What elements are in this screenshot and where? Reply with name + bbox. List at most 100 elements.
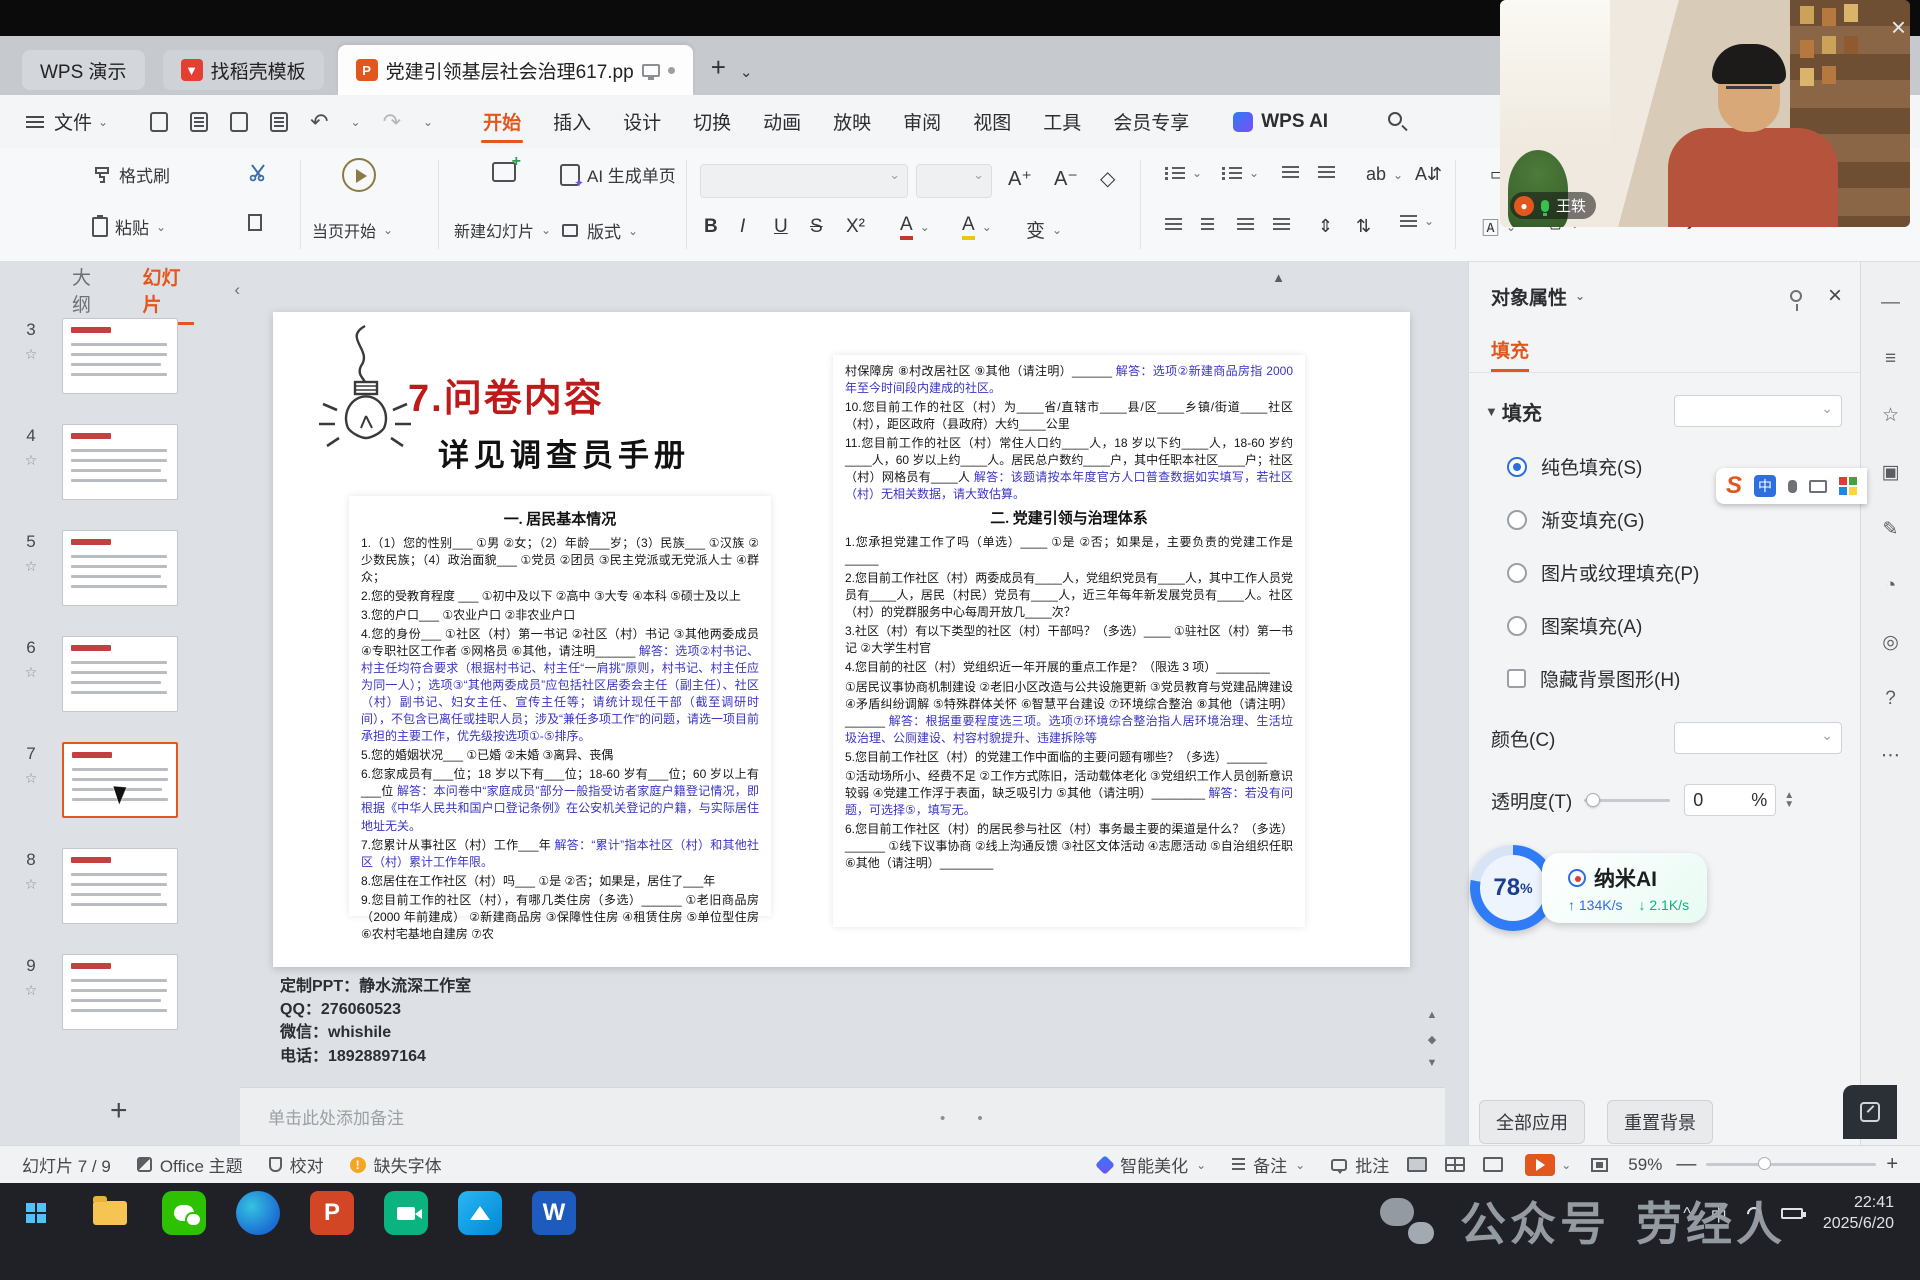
theme-button[interactable]: Office 主题 <box>137 1152 243 1177</box>
notes-button[interactable]: 备注⌄ <box>1232 1152 1305 1177</box>
zoom-out-button[interactable]: — <box>1676 1153 1696 1176</box>
tab-template-store[interactable]: ▼ 找稻壳模板 <box>163 50 324 90</box>
zoom-slider[interactable] <box>1706 1163 1876 1166</box>
wps-ai-button[interactable]: WPS AI <box>1233 111 1328 133</box>
color-select[interactable] <box>1674 722 1842 754</box>
questionnaire-left-column[interactable]: 一. 居民基本情况1.（1）您的性别___ ①男 ②女；（2）年龄___岁；（3… <box>349 496 771 916</box>
file-explorer-icon[interactable] <box>88 1191 132 1235</box>
collapse-ribbon-icon[interactable]: ▲ <box>1272 270 1285 285</box>
play-current-button[interactable] <box>342 158 376 192</box>
transparency-input[interactable]: 0 % <box>1684 784 1776 816</box>
font-name-select[interactable] <box>700 164 908 198</box>
mic-icon[interactable] <box>1788 480 1797 493</box>
tab-wps-home[interactable]: WPS 演示 <box>22 50 145 90</box>
tab-slides[interactable]: 幻灯片 <box>143 263 195 317</box>
align-center-button[interactable] <box>1201 218 1214 231</box>
settings-sliders-icon[interactable]: ≡ <box>1885 348 1896 370</box>
fill-option[interactable]: 图片或纹理填充(P) <box>1507 559 1860 586</box>
docs-app-icon[interactable] <box>458 1191 502 1235</box>
close-panel-icon[interactable]: × <box>1828 282 1842 310</box>
nano-ai-widget[interactable]: 78% 纳米AI ↑ 134K/s ↓ 2.1K/s <box>1470 845 1707 931</box>
section-collapse-icon[interactable]: ▼ <box>1485 404 1498 419</box>
redo-icon[interactable]: ↷ <box>383 109 401 135</box>
notes-bar[interactable]: 单击此处添加备注 • • <box>240 1087 1445 1145</box>
radio-icon[interactable] <box>1507 457 1527 477</box>
tab-fill[interactable]: 填充 <box>1491 336 1529 372</box>
menu-tab[interactable]: 插入 <box>537 98 607 145</box>
wechat-icon[interactable] <box>162 1191 206 1235</box>
questionnaire-right-column[interactable]: 村保障房 ⑧村改居社区 ⑨其他（请注明）______ 解答：选项②新建商品房指 … <box>833 355 1305 927</box>
edge-icon[interactable] <box>236 1191 280 1235</box>
edit-pen-icon[interactable]: ✎ <box>1883 518 1899 541</box>
menu-tab[interactable]: 开始 <box>467 98 537 145</box>
slide[interactable]: 7.问卷内容 详见调查员手册 一. 居民基本情况1.（1）您的性别___ ①男 … <box>273 312 1410 967</box>
help-icon[interactable]: ? <box>1885 688 1896 710</box>
meeting-app-icon[interactable] <box>384 1191 428 1235</box>
phonetic-guide-button[interactable]: 变⌄ <box>1026 216 1062 243</box>
decrease-indent-button[interactable] <box>1282 166 1299 179</box>
menu-tab[interactable]: 工具 <box>1027 98 1097 145</box>
more-icon[interactable]: ⋯ <box>1881 744 1900 767</box>
search-icon[interactable] <box>1388 112 1408 132</box>
font-color-button[interactable]: A⌄ <box>900 214 930 240</box>
zoom-in-button[interactable]: + <box>1886 1153 1898 1176</box>
checkbox-icon[interactable] <box>1507 669 1526 688</box>
line-spacing-button[interactable]: ⇕ <box>1318 216 1333 237</box>
radio-icon[interactable] <box>1507 616 1527 636</box>
transparency-slider[interactable] <box>1584 799 1670 802</box>
slide-thumbnail[interactable]: 8 ☆ <box>0 848 240 924</box>
numbering-button[interactable]: ⌄ <box>1222 166 1259 180</box>
smart-beautify-button[interactable]: 智能美化⌄ <box>1098 1152 1206 1177</box>
save-icon[interactable] <box>150 112 168 132</box>
vertical-scrollbar[interactable]: ▲ ◆ ▼ <box>1427 262 1439 1085</box>
bold-button[interactable]: B <box>704 216 718 238</box>
new-slide-button[interactable] <box>492 162 516 182</box>
superscript-button[interactable]: X² <box>846 216 865 238</box>
print-preview-icon[interactable] <box>270 112 288 132</box>
format-painter-button[interactable]: 格式刷 <box>92 162 170 187</box>
reset-background-button[interactable]: 重置背景 <box>1607 1100 1713 1144</box>
cut-button[interactable] <box>248 162 268 182</box>
menu-tab[interactable]: 会员专享 <box>1097 98 1205 145</box>
pin-icon[interactable] <box>1790 290 1802 302</box>
fill-preset-select[interactable] <box>1674 395 1842 427</box>
slide-thumbnail[interactable]: 3 ☆ <box>0 318 240 394</box>
new-slide-label[interactable]: 新建幻灯片⌄ <box>454 218 551 242</box>
print-icon[interactable] <box>230 112 248 132</box>
new-tab-button[interactable]: + <box>711 52 726 83</box>
webcam-video[interactable]: ● 王轶 <box>1500 0 1910 227</box>
radio-icon[interactable] <box>1507 510 1527 530</box>
add-slide-button[interactable]: + <box>110 1094 128 1128</box>
radio-icon[interactable] <box>1507 563 1527 583</box>
menu-tab[interactable]: 设计 <box>607 98 677 145</box>
apply-all-button[interactable]: 全部应用 <box>1479 1100 1585 1144</box>
fill-option[interactable]: 隐藏背景图形(H) <box>1507 665 1860 692</box>
scroll-down-icon[interactable]: ▼ <box>1425 1057 1439 1073</box>
zoom-level[interactable]: 59% <box>1628 1155 1662 1175</box>
slide-thumbnail[interactable]: 5 ☆ <box>0 530 240 606</box>
layers-icon[interactable]: ▣ <box>1882 461 1900 484</box>
hamburger-icon[interactable] <box>26 116 44 128</box>
bullets-button[interactable]: ⌄ <box>1165 166 1202 180</box>
underline-button[interactable]: U <box>774 216 788 238</box>
scroll-page-icon[interactable]: ◆ <box>1425 1033 1439 1049</box>
menu-tab[interactable]: 视图 <box>957 98 1027 145</box>
highlight-color-button[interactable]: A⌄ <box>962 214 992 240</box>
apps-grid-icon[interactable] <box>1839 477 1857 495</box>
tab-list-caret-icon[interactable]: ⌄ <box>740 63 753 81</box>
menu-tab[interactable]: 审阅 <box>887 98 957 145</box>
font-size-select[interactable] <box>916 164 992 198</box>
tab-presentation[interactable]: P 党建引领基层社会治理617.pp <box>338 45 693 95</box>
columns-button[interactable]: ⌄ <box>1400 214 1434 228</box>
slide-sorter-view-button[interactable] <box>1445 1157 1465 1172</box>
slide-thumbnail[interactable]: 9 ☆ <box>0 954 240 1030</box>
strikethrough-button[interactable]: S <box>810 216 823 238</box>
slide-thumbnail[interactable]: 7 ☆ <box>0 742 240 818</box>
star-icon[interactable]: ☆ <box>1882 404 1899 427</box>
layout-button[interactable]: 版式⌄ <box>560 218 638 243</box>
justify-button[interactable] <box>1273 218 1290 231</box>
fit-slide-icon[interactable] <box>1591 1158 1608 1172</box>
sogou-logo-icon[interactable]: S <box>1726 472 1742 500</box>
text-direction-button[interactable]: A⇵ <box>1415 164 1442 185</box>
ime-chinese-icon[interactable]: 中 <box>1754 475 1776 497</box>
